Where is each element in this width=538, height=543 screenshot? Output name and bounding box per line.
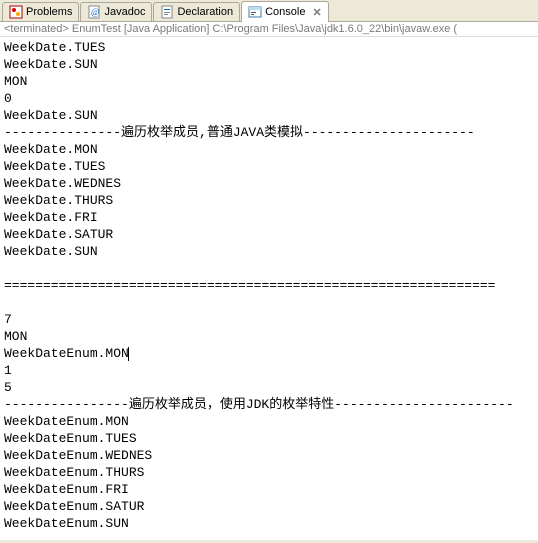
tab-bar: Problems @ Javadoc Declaration Console ✕ <box>0 0 538 22</box>
svg-text:@: @ <box>91 7 99 17</box>
tab-label: Console <box>265 6 305 18</box>
tab-javadoc[interactable]: @ Javadoc <box>80 2 152 21</box>
console-output[interactable]: WeekDate.TUES WeekDate.SUN MON 0 WeekDat… <box>0 37 538 540</box>
tab-problems[interactable]: Problems <box>2 2 79 21</box>
tab-console[interactable]: Console ✕ <box>241 1 329 22</box>
javadoc-icon: @ <box>87 5 101 19</box>
problems-icon <box>9 5 23 19</box>
tab-label: Javadoc <box>104 6 145 18</box>
close-icon[interactable]: ✕ <box>312 6 321 19</box>
tab-label: Problems <box>26 6 72 18</box>
declaration-icon <box>160 5 174 19</box>
console-status: <terminated> EnumTest [Java Application]… <box>0 22 538 37</box>
tab-label: Declaration <box>177 6 233 18</box>
tab-declaration[interactable]: Declaration <box>153 2 240 21</box>
console-icon <box>248 5 262 19</box>
text-cursor <box>128 347 129 361</box>
